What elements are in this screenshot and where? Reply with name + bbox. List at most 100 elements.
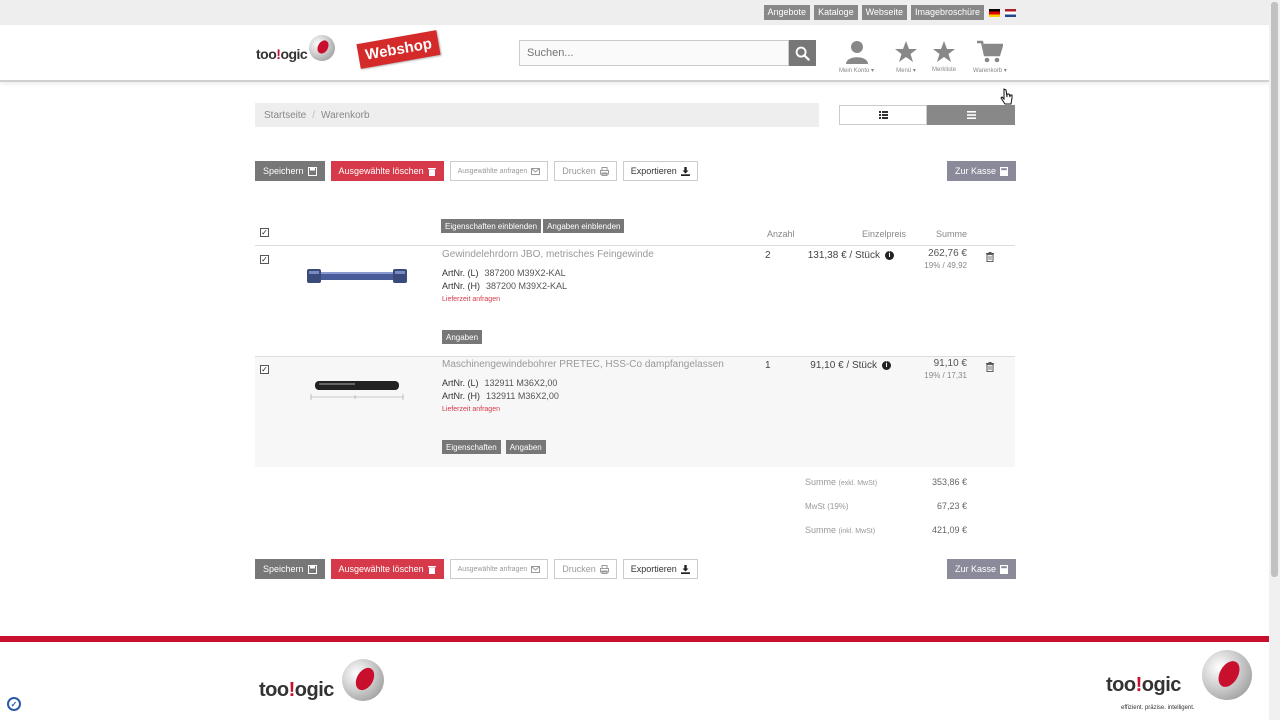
details-button[interactable]: Angaben: [442, 330, 483, 344]
delivery-time-request-link[interactable]: Lieferzeit anfragen: [442, 296, 500, 303]
site-header: too!ogic Webshop Mein Konto ▾ Menü ▾ Mer…: [0, 25, 1269, 82]
compact-view-button[interactable]: [927, 105, 1015, 125]
item-tax: 19% / 17,31: [924, 371, 967, 380]
vat-line: MwSt (19%) 67,23 €: [805, 494, 967, 518]
export-button[interactable]: Exportieren: [622, 559, 698, 579]
calculator-icon: [1000, 564, 1009, 574]
cart-item-row: ✓ Gewindelehrdorn JBO, metrisches Feinge…: [255, 247, 1015, 357]
total-gross-line: Summe (inkl. MwSt) 421,09 €: [805, 518, 967, 542]
scrollbar-thumb[interactable]: [1271, 2, 1278, 577]
item-quantity[interactable]: 1: [765, 360, 771, 371]
total-net-label: Summe (exkl. MwSt): [805, 477, 878, 487]
wishlist-link[interactable]: Merkliste: [932, 37, 956, 73]
cart-table-header: ✓ Eigenschaften einblenden Angaben einbl…: [255, 218, 1015, 246]
item-total: 262,76 € 19% / 49,92: [924, 248, 967, 270]
article-number-l: ArtNr. (L) 387200 M39X2-KAL: [442, 268, 566, 278]
print-button[interactable]: Drucken: [554, 161, 617, 181]
toollogic-logo[interactable]: too!ogic: [256, 35, 336, 67]
delete-selected-button[interactable]: Ausgewählte löschen: [330, 559, 444, 579]
breadcrumb: Startseite / Warenkorb: [255, 103, 819, 127]
link-kataloge[interactable]: Kataloge: [814, 5, 858, 20]
print-button[interactable]: Drucken: [554, 559, 617, 579]
tap-drill-image[interactable]: [305, 369, 409, 403]
nl-flag-icon[interactable]: [1005, 8, 1016, 17]
link-webseite[interactable]: Webseite: [861, 5, 907, 20]
delivery-time-request-link[interactable]: Lieferzeit anfragen: [442, 406, 500, 413]
article-number-h: ArtNr. (H) 132911 M36X2,00: [442, 391, 559, 401]
mouse-cursor-icon: [1000, 88, 1013, 105]
footer-logo-tagline[interactable]: too!ogic effizient. präzise. intelligent…: [1106, 650, 1256, 712]
list-icon: [966, 111, 976, 119]
webshop-badge: Webshop: [356, 30, 441, 69]
wishlist-label: Merkliste: [932, 67, 957, 73]
total-net-value: 353,86 €: [931, 477, 967, 487]
select-all-checkbox[interactable]: ✓: [260, 228, 269, 237]
vat-label: MwSt (19%): [805, 501, 849, 511]
envelope-icon: [531, 167, 541, 175]
delete-selected-button[interactable]: Ausgewählte löschen: [330, 161, 444, 181]
trash-icon[interactable]: [986, 362, 994, 372]
total-net-line: Summe (exkl. MwSt) 353,86 €: [805, 470, 967, 494]
details-button[interactable]: Angaben: [505, 440, 546, 454]
cart-totals: Summe (exkl. MwSt) 353,86 € MwSt (19%) 6…: [805, 470, 967, 542]
cookie-consent-icon[interactable]: ✓: [7, 697, 21, 711]
total-gross-label: Summe (inkl. MwSt): [805, 525, 876, 535]
download-icon: [680, 564, 690, 574]
list-view-button[interactable]: [839, 105, 927, 125]
main-menu[interactable]: Menü ▾: [894, 37, 918, 74]
column-unit-price: Einzelpreis: [862, 229, 907, 239]
envelope-icon: [531, 565, 541, 573]
info-icon[interactable]: i: [882, 361, 891, 370]
checkout-button[interactable]: Zur Kasse: [947, 161, 1017, 181]
save-button[interactable]: Speichern: [255, 161, 325, 181]
trash-icon[interactable]: [986, 252, 994, 262]
de-flag-icon[interactable]: [989, 8, 1000, 17]
print-icon: [599, 564, 609, 574]
top-links: Angebote Kataloge Webseite Imagebroschür…: [763, 5, 1016, 20]
breadcrumb-home[interactable]: Startseite: [264, 110, 306, 121]
user-icon: [845, 41, 868, 64]
column-quantity: Anzahl: [767, 229, 795, 239]
logo-wordmark: too!ogic: [1106, 674, 1181, 696]
save-button[interactable]: Speichern: [255, 559, 325, 579]
footer-logo[interactable]: too!ogic: [259, 659, 389, 703]
total-gross-value: 421,09 €: [931, 525, 967, 535]
logo-globe-icon: [309, 35, 335, 61]
item-checkbox[interactable]: ✓: [260, 255, 269, 264]
thread-gauge-image[interactable]: [305, 259, 409, 293]
article-number-l: ArtNr. (L) 132911 M36X2,00: [442, 378, 558, 388]
logo-wordmark: too!ogic: [259, 679, 334, 701]
request-selected-button[interactable]: Ausgewählte anfragen: [449, 161, 549, 181]
shopping-cart-icon: [976, 40, 1003, 63]
page-scrollbar[interactable]: [1269, 0, 1280, 720]
link-imagebroschuere[interactable]: Imagebroschüre: [910, 5, 984, 20]
product-name-link[interactable]: Gewindelehrdorn JBO, metrisches Feingewi…: [442, 249, 654, 260]
item-total-value: 91,10 €: [933, 358, 967, 369]
info-icon[interactable]: i: [885, 251, 894, 260]
cart-menu[interactable]: Warenkorb ▾: [973, 37, 1007, 74]
product-name-link[interactable]: Maschinengewindebohrer PRETEC, HSS-Co da…: [442, 359, 724, 370]
list-bullets-icon: [878, 111, 888, 119]
logo-globe-icon: [1202, 650, 1252, 700]
my-account-menu[interactable]: Mein Konto ▾: [839, 37, 874, 74]
search-input[interactable]: [519, 40, 789, 66]
account-label: Mein Konto: [839, 68, 870, 74]
item-quantity[interactable]: 2: [765, 250, 771, 261]
floppy-icon: [307, 564, 317, 574]
cart-item-row: ✓ Maschinengewindebohrer PRETEC, HSS-Co …: [255, 357, 1015, 467]
export-button[interactable]: Exportieren: [622, 161, 698, 181]
request-selected-button[interactable]: Ausgewählte anfragen: [449, 559, 549, 579]
column-total: Summe: [936, 229, 968, 239]
print-icon: [599, 166, 609, 176]
logo-globe-icon: [342, 659, 384, 701]
show-details-button[interactable]: Angaben einblenden: [543, 219, 625, 233]
checkout-button[interactable]: Zur Kasse: [947, 559, 1017, 579]
properties-button[interactable]: Eigenschaften: [442, 440, 501, 454]
item-total: 91,10 € 19% / 17,31: [924, 358, 967, 380]
link-angebote[interactable]: Angebote: [763, 5, 811, 20]
item-buttons: Angaben: [442, 330, 483, 344]
item-checkbox[interactable]: ✓: [260, 365, 269, 374]
site-footer: too!ogic too!ogic effizient. präzise. in…: [0, 642, 1269, 720]
search-button[interactable]: [789, 40, 816, 66]
show-properties-button[interactable]: Eigenschaften einblenden: [441, 219, 542, 233]
